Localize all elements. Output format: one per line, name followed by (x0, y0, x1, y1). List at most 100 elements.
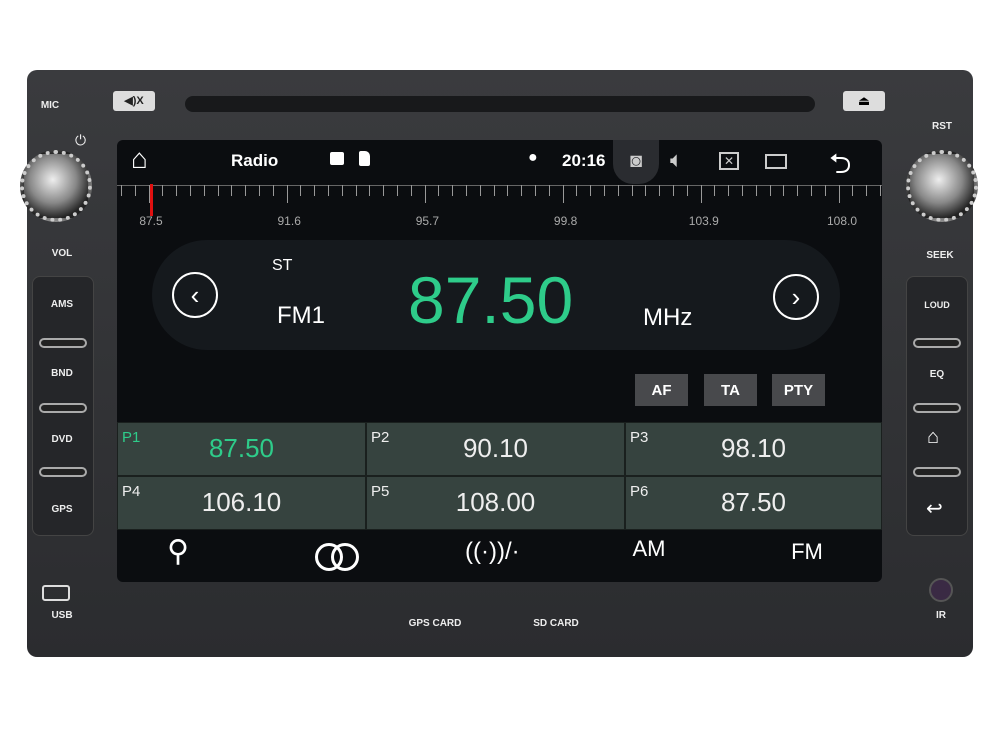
ruler-label: 108.0 (826, 214, 858, 228)
preset-p4[interactable]: P4 106.10 (117, 476, 366, 530)
eq-button[interactable]: EQ (907, 369, 967, 380)
ruler-tick (811, 185, 812, 196)
ruler-tick (134, 185, 136, 196)
loud-key[interactable] (913, 338, 961, 348)
eject-button[interactable]: ⏏ (843, 91, 885, 111)
image-icon (330, 152, 344, 165)
ruler-tick (714, 185, 716, 196)
ruler-tick (286, 185, 288, 203)
ruler-tick (438, 185, 440, 196)
home-icon[interactable]: ⌂ (131, 143, 148, 175)
ruler-tick (231, 185, 233, 196)
unit-label: MHz (643, 304, 693, 331)
dvd-key[interactable] (39, 467, 87, 477)
frequency-marker[interactable] (150, 184, 153, 216)
preset-frequency: 87.50 (720, 487, 787, 517)
ruler-tick (314, 185, 316, 196)
ruler-tick (866, 185, 868, 196)
af-button[interactable]: AF (635, 374, 688, 406)
ams-button[interactable]: AMS (32, 299, 92, 310)
home-hard-icon[interactable]: ⌂ (927, 426, 939, 449)
ruler-tick (590, 185, 592, 196)
bnd-key[interactable] (39, 403, 87, 413)
seek-prev-button[interactable]: ‹ (172, 272, 218, 318)
ruler-tick (797, 185, 799, 196)
preset-p6[interactable]: P6 87.50 (625, 476, 882, 530)
seek-next-button[interactable]: › (773, 274, 819, 320)
sd-card-label: SD CARD (533, 618, 579, 629)
app-title: Radio (231, 151, 279, 170)
fm-button[interactable]: FM (791, 539, 823, 565)
ruler-tick (645, 185, 647, 196)
mute-button[interactable]: ◀)X (113, 91, 155, 111)
local-distance-icon[interactable]: ((·))/· (465, 538, 520, 566)
clock: 20:16 (562, 151, 606, 170)
ruler-tick (659, 185, 661, 196)
preset-p3[interactable]: P3 98.10 (625, 422, 882, 476)
loud-button[interactable]: LOUD (907, 300, 967, 310)
am-button[interactable]: AM (633, 536, 666, 562)
screenshot-camera-icon[interactable]: ◙ (613, 140, 659, 184)
close-app-icon[interactable]: ✕ (719, 152, 739, 170)
search-icon[interactable]: ⚲ (167, 534, 189, 569)
seek-knob[interactable] (906, 150, 978, 222)
rst-button[interactable]: RST (912, 121, 972, 132)
home-key[interactable] (913, 467, 961, 477)
ruler-tick (162, 185, 164, 196)
ruler-tick (369, 185, 371, 196)
usb-port-icon (42, 585, 70, 601)
ruler-tick (203, 185, 205, 196)
ruler-tick (824, 185, 826, 196)
ruler-label: 95.7 (415, 214, 440, 228)
preset-p1[interactable]: P1 87.50 (117, 422, 366, 476)
usb-label: USB (51, 610, 73, 621)
ruler-tick (300, 185, 302, 196)
ruler-tick (755, 185, 757, 196)
preset-frequency: 108.00 (455, 487, 536, 517)
ruler-tick (617, 185, 619, 196)
power-icon[interactable]: ⏻ (75, 132, 86, 149)
preset-p2[interactable]: P2 90.10 (366, 422, 625, 476)
ruler-tick (852, 185, 854, 196)
ruler-tick (176, 185, 178, 196)
tuner-panel: ‹ ST FM1 87.50 MHz › (152, 240, 840, 350)
ruler-tick (410, 185, 412, 196)
dvd-button[interactable]: DVD (32, 434, 92, 445)
location-icon: ● (528, 149, 538, 166)
ruler-tick (424, 185, 426, 203)
ruler-tick (769, 185, 771, 196)
volume-icon[interactable]: 🔈︎ (670, 147, 683, 173)
ruler-tick (479, 185, 481, 196)
ruler-tick (466, 185, 467, 196)
ta-button[interactable]: TA (704, 374, 757, 406)
eq-key[interactable] (913, 403, 961, 413)
stereo-indicator: ST (272, 257, 293, 274)
gps-card-label: GPS CARD (408, 618, 462, 629)
ruler-tick (535, 185, 536, 196)
ruler-tick (259, 185, 260, 196)
sd-card-icon (359, 151, 370, 166)
ruler-tick (452, 185, 454, 196)
disc-slot (185, 96, 815, 112)
preset-frequency: 106.10 (201, 487, 282, 517)
ruler-tick (397, 185, 398, 196)
ams-key[interactable] (39, 338, 87, 348)
back-hard-icon[interactable]: ↩ (926, 496, 943, 521)
ruler-tick (631, 185, 633, 196)
ruler-tick (562, 185, 564, 203)
back-icon[interactable]: ⮌ (829, 143, 851, 191)
ruler-tick (686, 185, 688, 196)
ruler-tick (121, 185, 122, 196)
gps-button[interactable]: GPS (32, 504, 92, 515)
ruler-label: 87.5 (139, 214, 163, 228)
preset-p5[interactable]: P5 108.00 (366, 476, 625, 530)
ruler-tick (493, 185, 495, 196)
frequency-display: 87.50 (408, 263, 574, 337)
ruler-tick (604, 185, 605, 196)
seek-label: SEEK (926, 250, 954, 261)
volume-knob[interactable] (20, 150, 92, 222)
bnd-button[interactable]: BND (32, 368, 92, 379)
ruler-tick (728, 185, 730, 196)
recent-apps-icon[interactable] (765, 154, 787, 169)
pty-button[interactable]: PTY (772, 374, 825, 406)
